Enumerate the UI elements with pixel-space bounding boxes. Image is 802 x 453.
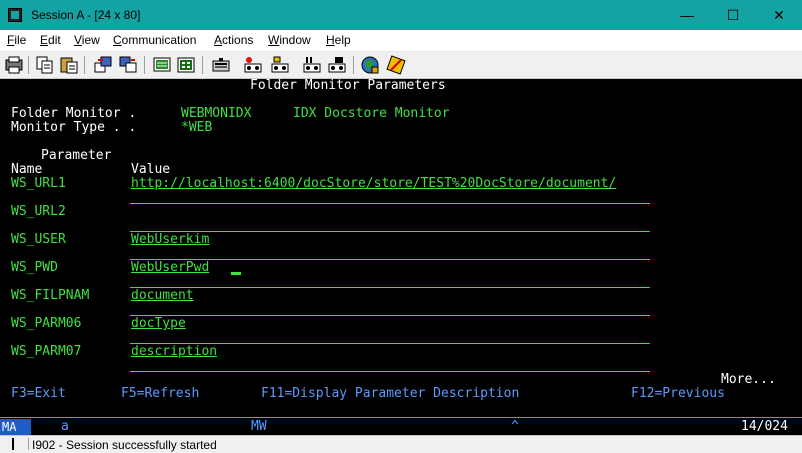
- field-underline: [130, 203, 650, 204]
- field-underline: [130, 315, 650, 316]
- oia-mw-indicator: MW: [251, 419, 267, 434]
- folder-monitor-description: IDX Docstore Monitor: [293, 106, 450, 121]
- customize-icon[interactable]: [386, 55, 406, 75]
- fkey-f11[interactable]: F11=Display Parameter Description: [261, 387, 519, 401]
- receive-file-icon[interactable]: [118, 55, 138, 75]
- keyboard-map-icon[interactable]: [360, 55, 380, 75]
- more-indicator: More...: [721, 372, 776, 387]
- screen-title: Folder Monitor Parameters: [250, 78, 446, 93]
- param-value-field[interactable]: description: [131, 345, 217, 359]
- toolbar-separator: [84, 56, 85, 74]
- folder-monitor-label: Folder Monitor .: [11, 106, 137, 121]
- menu-window[interactable]: Window: [268, 33, 311, 47]
- print-screen-icon[interactable]: [4, 55, 24, 75]
- menu-bar: File Edit View Communication Actions Win…: [0, 30, 802, 52]
- title-bar: Session A - [24 x 80] — ☐ ✕: [0, 0, 802, 30]
- fkey-f3[interactable]: F3=Exit: [11, 387, 66, 401]
- menu-view[interactable]: View: [74, 33, 100, 47]
- terminal-screen[interactable]: Folder Monitor Parameters Folder Monitor…: [0, 79, 802, 417]
- app-icon[interactable]: [8, 8, 22, 22]
- monitor-type-label: Monitor Type . .: [11, 120, 137, 135]
- macro-record-icon[interactable]: [211, 55, 231, 75]
- menu-edit[interactable]: Edit: [40, 33, 61, 47]
- param-value-field[interactable]: WebUserkim: [131, 233, 209, 247]
- param-value-field[interactable]: http://localhost:6400/docStore/store/TES…: [131, 177, 616, 191]
- param-value-field[interactable]: WebUserPwd: [131, 261, 209, 275]
- close-button[interactable]: ✕: [756, 0, 802, 30]
- toolbar-separator: [28, 56, 29, 74]
- text-cursor: [231, 272, 241, 275]
- param-name: WS_PARM06: [11, 316, 82, 331]
- macro-pause-icon[interactable]: [302, 55, 322, 75]
- menu-help[interactable]: Help: [326, 33, 351, 47]
- operator-information-area: MA a MW ^ 14/024: [0, 417, 802, 436]
- cursor-position: 14/024: [741, 419, 788, 434]
- param-value-field[interactable]: document: [131, 289, 194, 303]
- toolbar-separator: [202, 56, 203, 74]
- toolbar: [0, 52, 802, 79]
- monitor-type-value: *WEB: [181, 120, 213, 135]
- param-name: WS_PARM07: [11, 344, 82, 359]
- column-header-name: Name: [11, 162, 43, 177]
- send-file-icon[interactable]: [93, 55, 113, 75]
- param-name: WS_USER: [11, 232, 66, 247]
- param-name: WS_PWD: [11, 260, 58, 275]
- field-underline: [130, 371, 650, 372]
- copy-icon[interactable]: [35, 55, 55, 75]
- paste-icon[interactable]: [59, 55, 79, 75]
- window-title: Session A - [24 x 80]: [31, 8, 141, 22]
- toolbar-separator: [144, 56, 145, 74]
- menu-communication[interactable]: Communication: [113, 33, 196, 47]
- macro-stop-icon[interactable]: [270, 55, 290, 75]
- column-header-parameter: Parameter: [41, 148, 112, 163]
- param-value-field[interactable]: [131, 205, 651, 218]
- param-name: WS_URL1: [11, 176, 66, 191]
- minimize-button[interactable]: —: [664, 0, 710, 30]
- keypad-icon[interactable]: [176, 55, 196, 75]
- status-message: I902 - Session successfully started: [32, 438, 217, 452]
- menu-actions[interactable]: Actions: [214, 33, 253, 47]
- folder-monitor-value: WEBMONIDX: [181, 106, 252, 121]
- display-icon[interactable]: [152, 55, 172, 75]
- field-underline: [130, 287, 650, 288]
- toolbar-separator: [353, 56, 354, 74]
- param-name: WS_FILPNAM: [11, 288, 90, 303]
- fkey-f12[interactable]: F12=Previous: [631, 387, 725, 401]
- column-header-value: Value: [131, 162, 171, 177]
- oia-a-indicator: a: [61, 419, 69, 434]
- fkey-f5[interactable]: F5=Refresh: [121, 387, 199, 401]
- oia-caret-indicator: ^: [511, 419, 519, 434]
- param-name: WS_URL2: [11, 204, 66, 219]
- menu-file[interactable]: File: [7, 33, 26, 47]
- param-value-field[interactable]: docType: [131, 317, 186, 331]
- macro-play-icon[interactable]: [243, 55, 263, 75]
- play-icon[interactable]: [327, 55, 347, 75]
- status-indicator-icon: [2, 438, 29, 450]
- oia-ma-indicator: MA: [0, 419, 31, 435]
- maximize-button[interactable]: ☐: [710, 0, 756, 30]
- status-bar: I902 - Session successfully started: [0, 435, 802, 453]
